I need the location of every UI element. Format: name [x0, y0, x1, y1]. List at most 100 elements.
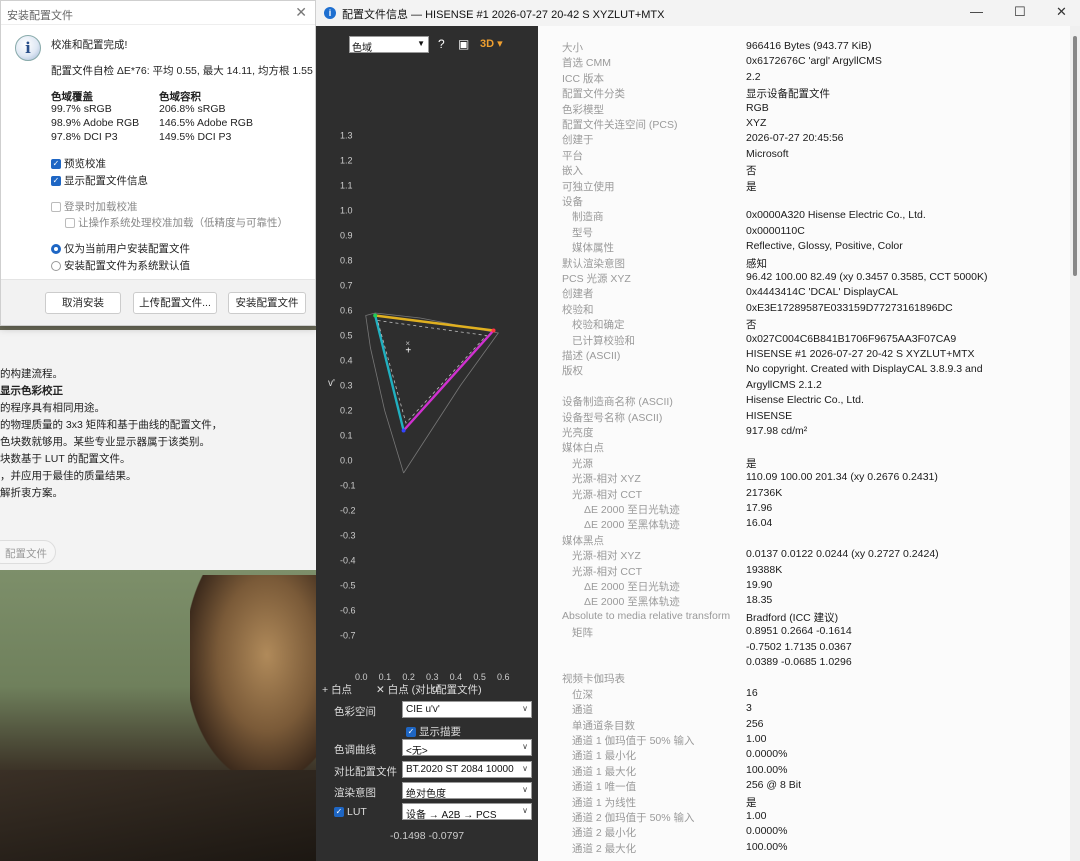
upload-profile-button[interactable]: 上传配置文件...	[133, 292, 217, 314]
coverage-value: 99.7% sRGB	[51, 103, 112, 115]
profile-info-window: i 配置文件信息 — HISENSE #1 2026-07-27 20-42 S…	[316, 0, 1080, 861]
info-key: 通道 1 最小化	[572, 750, 637, 763]
profile-button[interactable]: 配置文件	[0, 540, 56, 564]
show-outline-checkbox[interactable]: ✓ 显示描要	[406, 724, 461, 739]
check-icon: ✓	[51, 176, 61, 187]
install-system-default-radio[interactable]: 安装配置文件为系统默认值	[51, 258, 190, 273]
info-key: 媒体属性	[572, 242, 614, 255]
info-value: 否	[746, 165, 757, 178]
info-value: 0x0000A320 Hisense Electric Co., Ltd.	[746, 209, 926, 222]
tone-curve-select[interactable]: <无> ∨	[402, 739, 532, 756]
info-key: ΔE 2000 至黑体轨迹	[584, 596, 680, 609]
chevron-down-icon: ∨	[522, 785, 528, 794]
checkbox-empty	[51, 202, 61, 213]
os-handle-checkbox[interactable]: 让操作系统处理校准加载（低精度与可靠性）	[65, 215, 288, 230]
primary-blue	[401, 428, 406, 433]
y-tick-label: -0.3	[340, 531, 356, 541]
info-value: 0.0000%	[746, 748, 788, 761]
info-value: XYZ	[746, 117, 767, 129]
minimize-button[interactable]: —	[970, 4, 983, 19]
image-icon[interactable]: ▣	[458, 37, 469, 51]
info-key: 校验和确定	[572, 319, 625, 332]
view-select[interactable]: 色域 ▼	[349, 36, 429, 54]
info-value: 2026-07-27 20:45:56	[746, 132, 844, 145]
info-value: Microsoft	[746, 147, 789, 160]
info-key: 可独立使用	[562, 180, 615, 193]
wallpaper-bird	[190, 575, 318, 775]
info-value: 19.90	[746, 579, 773, 591]
info-value: 21736K	[746, 486, 783, 499]
doc-line: 解折衷方案。	[0, 487, 63, 499]
info-key: 设备	[562, 196, 583, 208]
info-value: HISENSE #1 2026-07-27 20-42 S XYZLUT+MTX	[746, 348, 975, 360]
coverage-label: 色域覆盖	[51, 91, 93, 103]
select-value: 绝对色度	[406, 789, 446, 799]
info-value: 3	[746, 702, 752, 715]
chevron-down-icon: ∨	[522, 764, 528, 773]
info-value: 256 @ 8 Bit	[746, 779, 802, 792]
install-profile-button[interactable]: 安装配置文件	[228, 292, 306, 314]
check-icon: ✓	[334, 807, 344, 818]
maximize-button[interactable]: ☐	[1014, 4, 1026, 20]
gamut-edge-red-blue	[402, 329, 495, 432]
info-value: 否	[746, 319, 757, 332]
checkbox-label: LUT	[347, 806, 367, 818]
intent-select[interactable]: 绝对色度 ∨	[402, 782, 532, 799]
info-key: 媒体黑点	[562, 534, 604, 547]
select-value: 设备 → A2B → PCS	[406, 810, 497, 820]
show-profile-info-checkbox[interactable]: ✓ 显示配置文件信息	[51, 173, 148, 188]
info-key: 版权	[562, 365, 583, 378]
info-value: 0x6172676C 'argl' ArgyllCMS	[746, 55, 882, 68]
y-tick-label: 1.3	[340, 131, 353, 141]
chevron-down-icon: ∨	[522, 806, 528, 815]
y-tick-label: 0.4	[340, 356, 353, 366]
background-document: 的构建流程。 显示色彩校正 的程序具有相同用途。 的物理质量的 3x3 矩阵和基…	[0, 330, 318, 570]
info-value: 18.35	[746, 594, 773, 607]
install-current-user-radio[interactable]: 仅为当前用户安装配置文件	[51, 241, 190, 256]
chevron-down-icon: ∨	[522, 704, 528, 713]
load-on-login-checkbox[interactable]: 登录时加载校准	[51, 199, 138, 214]
compare-profile-label: 对比配置文件	[334, 766, 397, 778]
cancel-install-button[interactable]: 取消安装	[45, 292, 121, 314]
preview-calibration-checkbox[interactable]: ✓ 预览校准	[51, 156, 106, 171]
info-key: 矩阵	[572, 627, 593, 640]
info-key: ΔE 2000 至日光轨迹	[584, 504, 680, 516]
info-value: 16.04	[746, 517, 773, 530]
info-value: 是	[746, 796, 757, 809]
dialog-title: 安装配置文件	[1, 1, 315, 25]
volume-label: 色域容积	[159, 91, 201, 103]
lut-select[interactable]: 设备 → A2B → PCS ∨	[402, 803, 532, 820]
info-key: 通道 2 伽玛值于 50% 输入	[572, 812, 695, 824]
scrollbar[interactable]	[1070, 26, 1080, 861]
intent-label: 渲染意图	[334, 787, 376, 799]
y-tick-label: 0.0	[340, 456, 353, 466]
info-value: 是	[746, 457, 757, 470]
info-key: 通道 2 最大化	[572, 842, 637, 855]
info-value: 1.00	[746, 733, 767, 745]
info-key: 嵌入	[562, 165, 583, 178]
y-tick-label: 0.2	[340, 406, 353, 416]
compare-profile-select[interactable]: BT.2020 ST 2084 10000 ∨	[402, 761, 532, 778]
window-title-bar: i 配置文件信息 — HISENSE #1 2026-07-27 20-42 S…	[316, 0, 1080, 26]
info-value: 0xE3E17289587E033159D77273161896DC	[746, 301, 953, 314]
scrollbar-thumb[interactable]	[1073, 36, 1077, 276]
doc-line: 的构建流程。	[0, 368, 63, 380]
colorspace-select[interactable]: CIE u'v' ∨	[402, 701, 532, 718]
y-tick-label: 0.5	[340, 331, 353, 341]
close-icon[interactable]: ✕	[295, 4, 307, 21]
y-tick-label: -0.4	[340, 556, 356, 566]
help-icon[interactable]: ?	[438, 37, 445, 51]
info-key: 光亮度	[562, 427, 594, 439]
y-tick-label: -0.6	[340, 606, 356, 616]
checkbox-label: 预览校准	[64, 158, 106, 170]
info-key: 光源	[572, 457, 593, 470]
info-value: No copyright. Created with DisplayCAL 3.…	[746, 363, 983, 376]
lut-checkbox[interactable]: ✓ LUT	[334, 806, 367, 818]
y-tick-label: 0.9	[340, 231, 353, 241]
3d-mode-button[interactable]: 3D ▾	[480, 37, 503, 50]
y-tick-label: 0.6	[340, 306, 353, 316]
info-value: 0x0000110C	[746, 224, 805, 237]
white-point-legend: + 白点	[322, 684, 353, 696]
close-button[interactable]: ✕	[1056, 4, 1067, 20]
info-value: 96.42 100.00 82.49 (xy 0.3457 0.3585, CC…	[746, 271, 988, 283]
